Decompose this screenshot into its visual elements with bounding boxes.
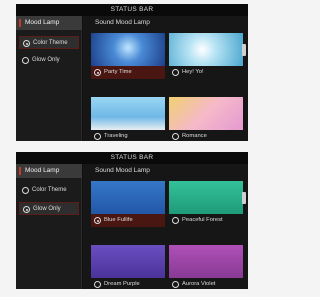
sidebar: Mood Lamp Color Theme Glow Only [16, 164, 82, 289]
tile-caption: Blue Fullife [91, 214, 165, 227]
active-indicator [19, 167, 21, 175]
tile-label: Romance [182, 133, 207, 139]
mood-lamp-screen-color-theme: STATUS BAR Mood Lamp Color Theme Glow On… [16, 4, 248, 141]
glow-tile-blue-fullife[interactable]: Blue Fullife [91, 181, 165, 227]
radio-unselected-icon [22, 57, 29, 64]
mood-lamp-screen-glow-only: STATUS BAR Mood Lamp Color Theme Glow On… [16, 152, 248, 289]
radio-unselected-icon [22, 187, 29, 194]
option-color-theme[interactable]: Color Theme [19, 36, 79, 49]
radio-unselected-icon [172, 69, 179, 76]
dream-purple-swatch [91, 245, 165, 278]
tile-label: Blue Fullife [104, 217, 133, 223]
radio-unselected-icon [94, 133, 101, 140]
tile-caption: Aurora Violet [169, 278, 243, 289]
content-title: Sound Mood Lamp [95, 167, 150, 174]
tile-caption: Hey! Yo! [169, 66, 243, 79]
glow-tile-peaceful-forest[interactable]: Peaceful Forest [169, 181, 243, 227]
sidebar: Mood Lamp Color Theme Glow Only [16, 16, 82, 141]
radio-selected-icon [23, 40, 30, 47]
tile-caption: Traveling [91, 130, 165, 141]
status-bar: STATUS BAR [16, 4, 248, 16]
tile-label: Traveling [104, 133, 128, 139]
theme-tile-romance[interactable]: Romance [169, 97, 243, 141]
tile-caption: Dream Purple [91, 278, 165, 289]
content-title: Sound Mood Lamp [95, 19, 150, 26]
option-label: Color Theme [33, 40, 68, 46]
glow-tile-dream-purple[interactable]: Dream Purple [91, 245, 165, 289]
tile-caption: Romance [169, 130, 243, 141]
aurora-violet-swatch [169, 245, 243, 278]
radio-unselected-icon [94, 281, 101, 288]
traveling-image [91, 97, 165, 130]
option-label: Color Theme [32, 187, 67, 193]
option-label: Glow Only [32, 57, 60, 63]
radio-unselected-icon [172, 133, 179, 140]
sidebar-title: Mood Lamp [25, 167, 60, 174]
option-glow-only[interactable]: Glow Only [19, 54, 79, 67]
option-label: Glow Only [33, 206, 61, 212]
theme-tile-hey-yo[interactable]: Hey! Yo! [169, 33, 243, 79]
radio-selected-icon [23, 206, 30, 213]
radio-selected-icon [94, 69, 101, 76]
sidebar-header-mood-lamp[interactable]: Mood Lamp [16, 16, 82, 30]
sidebar-title: Mood Lamp [25, 19, 60, 26]
theme-tile-party-time[interactable]: Party Time [91, 33, 165, 79]
scrollbar-thumb[interactable] [242, 44, 246, 56]
sidebar-header-mood-lamp[interactable]: Mood Lamp [16, 164, 82, 178]
tile-label: Dream Purple [104, 281, 140, 287]
romance-image [169, 97, 243, 130]
theme-tile-traveling[interactable]: Traveling [91, 97, 165, 141]
peaceful-forest-swatch [169, 181, 243, 214]
radio-unselected-icon [172, 217, 179, 224]
blue-fullife-swatch [91, 181, 165, 214]
scrollbar-thumb[interactable] [242, 192, 246, 204]
tile-caption: Party Time [91, 66, 165, 79]
active-indicator [19, 19, 21, 27]
tile-label: Aurora Violet [182, 281, 216, 287]
tile-label: Peaceful Forest [182, 217, 223, 223]
content-panel: Sound Mood Lamp Blue Fullife Peaceful Fo… [83, 164, 248, 289]
tile-label: Hey! Yo! [182, 69, 204, 75]
hey-yo-image [169, 33, 243, 66]
option-glow-only[interactable]: Glow Only [19, 202, 79, 215]
content-panel: Sound Mood Lamp Party Time Hey! Yo! Trav… [83, 16, 248, 141]
glow-tile-aurora-violet[interactable]: Aurora Violet [169, 245, 243, 289]
party-time-image [91, 33, 165, 66]
tile-label: Party Time [104, 69, 132, 75]
status-bar: STATUS BAR [16, 152, 248, 164]
option-color-theme[interactable]: Color Theme [19, 184, 79, 197]
radio-unselected-icon [172, 281, 179, 288]
tile-caption: Peaceful Forest [169, 214, 243, 227]
radio-selected-icon [94, 217, 101, 224]
